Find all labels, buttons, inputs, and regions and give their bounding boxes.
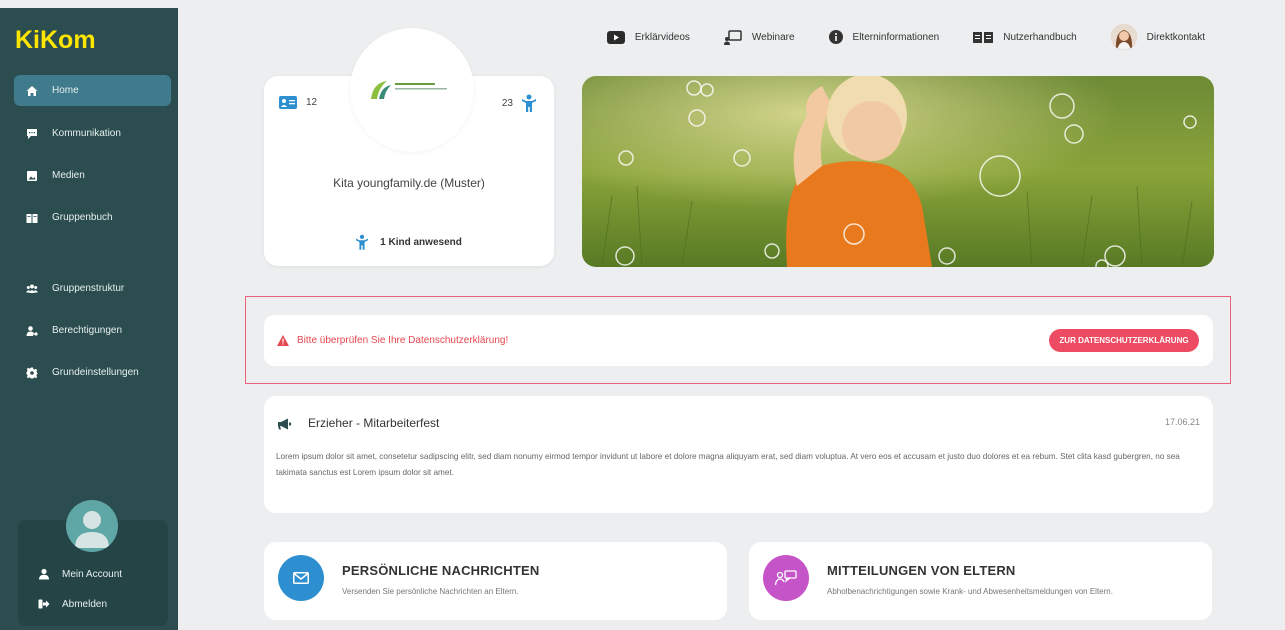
sidebar-item-kommunikation[interactable]: Kommunikation	[14, 118, 171, 149]
sidebar-item-gruppenbuch[interactable]: Gruppenbuch	[14, 202, 171, 233]
personal-messages-card[interactable]: PERSÖNLICHE NACHRICHTEN Versenden Sie pe…	[264, 542, 727, 620]
handbook-icon	[973, 31, 994, 44]
hero-image	[582, 76, 1214, 267]
present-label: 1 Kind anwesend	[380, 236, 462, 248]
card-title: PERSÖNLICHE NACHRICHTEN	[342, 563, 540, 578]
envelope-icon	[278, 555, 324, 601]
topnav-nutzerhandbuch[interactable]: Nutzerhandbuch	[973, 31, 1077, 44]
news-title: Erzieher - Mitarbeiterfest	[308, 416, 440, 430]
staff-card-icon	[279, 96, 297, 109]
present-status: 1 Kind anwesend	[264, 234, 554, 250]
news-card[interactable]: Erzieher - Mitarbeiterfest 17.06.21 Lore…	[264, 396, 1213, 513]
home-icon	[26, 85, 38, 97]
topnav-label: Webinare	[751, 31, 795, 43]
card-title: MITTEILUNGEN VON ELTERN	[827, 563, 1016, 578]
sidebar-item-home[interactable]: Home	[14, 75, 171, 106]
logout-link[interactable]: Abmelden	[38, 598, 107, 610]
sidebar-item-label: Medien	[52, 170, 85, 181]
children-count-value: 23	[501, 97, 513, 109]
book-icon	[26, 212, 38, 224]
top-navigation: Erklärvideos Webinare Elterninformatione…	[573, 24, 1205, 50]
topnav-label: Elterninformationen	[852, 31, 940, 43]
users-icon	[26, 283, 38, 295]
topnav-webinare[interactable]: Webinare	[723, 29, 795, 45]
card-subtitle: Abholbenachrichtigungen sowie Krank- und…	[827, 587, 1113, 596]
topnav-label: Direktkontakt	[1146, 31, 1205, 43]
sidebar-item-berechtigungen[interactable]: Berechtigungen	[14, 315, 171, 346]
topnav-direktkontakt[interactable]: Direktkontakt	[1110, 24, 1205, 50]
app-logo[interactable]: KiKom	[15, 26, 96, 55]
news-date: 17.06.21	[1164, 417, 1200, 427]
topnav-erklaervideos[interactable]: Erklärvideos	[606, 30, 690, 44]
kita-logo	[350, 28, 474, 152]
sidebar-item-grundeinstellungen[interactable]: Grundeinstellungen	[14, 357, 171, 388]
sidebar-item-label: Grundeinstellungen	[52, 367, 139, 378]
privacy-alert: Bitte überprüfen Sie Ihre Datenschutzerk…	[264, 315, 1213, 366]
sidebar-item-label: Home	[52, 85, 79, 96]
news-body: Lorem ipsum dolor sit amet, consetetur s…	[276, 452, 1180, 477]
parent-message-icon	[763, 555, 809, 601]
logout-icon	[38, 599, 50, 609]
sidebar-item-label: Berechtigungen	[52, 325, 123, 336]
kita-info-card: 12 23 Kita youngfamily.de (Muster) 1 Kin…	[264, 28, 554, 266]
gear-icon	[26, 367, 38, 379]
logout-label: Abmelden	[62, 598, 108, 610]
child-icon	[522, 94, 536, 112]
staff-count: 12	[279, 96, 317, 109]
sidebar-item-label: Gruppenstruktur	[52, 283, 125, 294]
children-count: 23	[502, 94, 536, 112]
sidebar-item-label: Kommunikation	[52, 128, 121, 139]
account-panel: Mein Account Abmelden	[18, 500, 168, 626]
video-icon	[606, 30, 625, 44]
topnav-elterninformationen[interactable]: Elterninformationen	[828, 30, 940, 44]
topnav-label: Nutzerhandbuch	[1003, 31, 1077, 43]
sidebar-item-medien[interactable]: Medien	[14, 160, 171, 191]
alert-text: Bitte überprüfen Sie Ihre Datenschutzerk…	[297, 335, 509, 346]
kita-name: Kita youngfamily.de (Muster)	[333, 176, 485, 190]
child-icon	[356, 234, 369, 250]
user-icon	[39, 568, 49, 580]
chat-icon	[26, 128, 38, 140]
contact-avatar	[1110, 24, 1137, 50]
parent-messages-card[interactable]: MITTEILUNGEN VON ELTERN Abholbenachricht…	[749, 542, 1212, 620]
privacy-policy-button[interactable]: ZUR DATENSCHUTZERKLÄRUNG	[1049, 329, 1199, 352]
webinar-icon	[723, 29, 742, 45]
my-account-link[interactable]: Mein Account	[38, 568, 122, 580]
sidebar-item-gruppenstruktur[interactable]: Gruppenstruktur	[14, 273, 171, 304]
warning-icon	[277, 335, 289, 346]
topnav-label: Erklärvideos	[634, 31, 690, 43]
megaphone-icon	[278, 418, 291, 430]
user-key-icon	[26, 325, 38, 337]
card-subtitle: Versenden Sie persönliche Nachrichten an…	[342, 587, 519, 596]
user-avatar[interactable]	[66, 500, 118, 552]
staff-count-value: 12	[306, 97, 318, 108]
sidebar: KiKom Home Kommunikation Medien Gruppenb…	[0, 8, 178, 630]
sidebar-item-label: Gruppenbuch	[52, 212, 113, 223]
image-icon	[26, 170, 38, 182]
info-icon	[828, 30, 843, 44]
my-account-label: Mein Account	[62, 568, 123, 580]
